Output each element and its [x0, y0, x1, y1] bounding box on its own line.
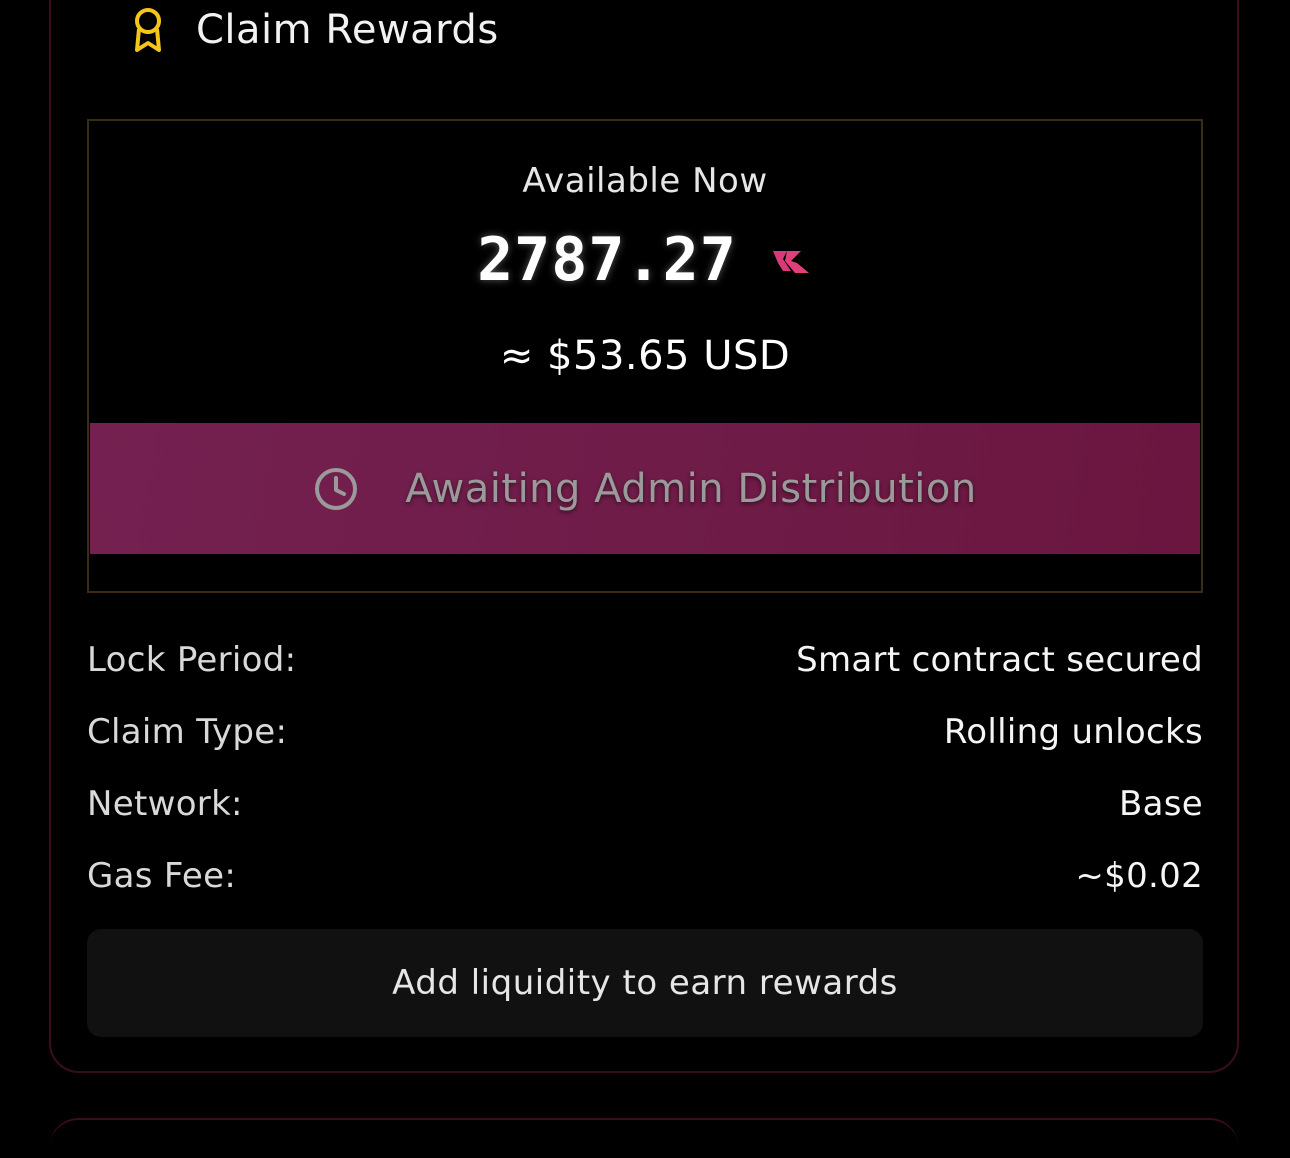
page-title: Claim Rewards: [196, 7, 499, 53]
awaiting-distribution-label: Awaiting Admin Distribution: [405, 465, 977, 512]
award-icon: [135, 8, 161, 52]
detail-label: Claim Type:: [87, 712, 288, 752]
available-label: Available Now: [522, 161, 768, 201]
card-header: Claim Rewards: [128, 4, 499, 56]
reward-amount: 2787.27: [477, 225, 737, 295]
detail-value: ~$0.02: [1075, 856, 1203, 896]
detail-value: Rolling unlocks: [943, 712, 1203, 752]
detail-value: Smart contract secured: [796, 640, 1203, 680]
reward-summary-box: Available Now 2787.27 ≈ $53.65 USD Await…: [87, 119, 1203, 593]
usd-value: ≈ $53.65 USD: [499, 333, 791, 379]
add-liquidity-button[interactable]: Add liquidity to earn rewards: [87, 929, 1203, 1037]
detail-row-lock-period: Lock Period: Smart contract secured: [87, 624, 1203, 696]
detail-row-network: Network: Base: [87, 768, 1203, 840]
claim-details-list: Lock Period: Smart contract secured Clai…: [87, 624, 1203, 912]
next-card-edge: [49, 1118, 1239, 1158]
detail-row-claim-type: Claim Type: Rolling unlocks: [87, 696, 1203, 768]
awaiting-distribution-button[interactable]: Awaiting Admin Distribution: [90, 423, 1200, 554]
detail-value: Base: [1119, 784, 1203, 824]
token-logo-icon: [772, 251, 809, 273]
clock-icon: [315, 467, 358, 510]
detail-row-gas-fee: Gas Fee: ~$0.02: [87, 840, 1203, 912]
detail-label: Lock Period:: [87, 640, 297, 680]
amount-row: 2787.27: [89, 225, 1201, 295]
detail-label: Gas Fee:: [87, 856, 237, 896]
detail-label: Network:: [87, 784, 243, 824]
